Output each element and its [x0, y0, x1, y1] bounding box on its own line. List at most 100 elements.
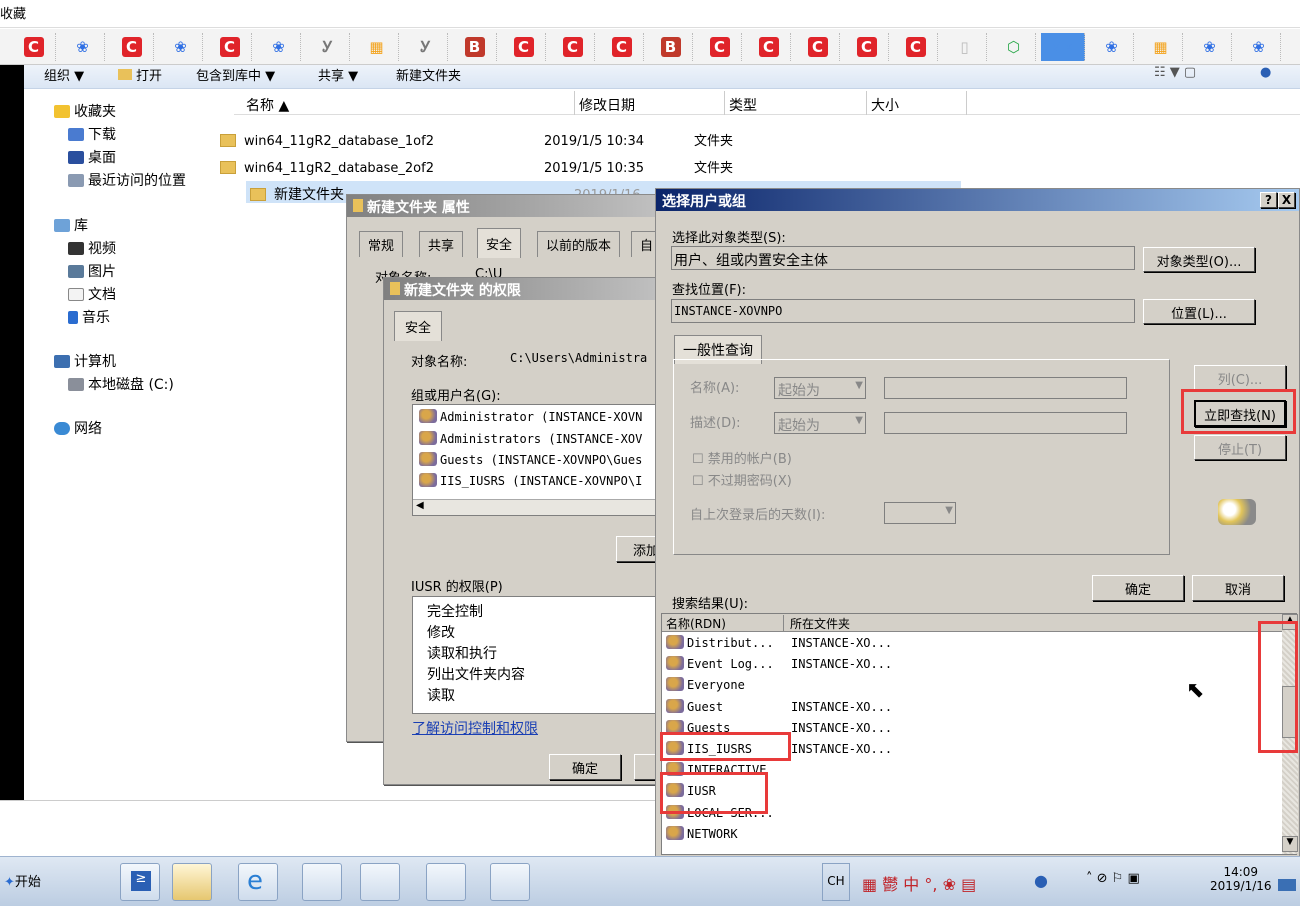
browser-tab[interactable]: C: [698, 33, 742, 61]
browser-tab[interactable]: C: [747, 33, 791, 61]
explorer-taskbar-icon[interactable]: [172, 863, 212, 901]
browser-tab[interactable]: Ꭹ: [404, 33, 448, 61]
cancel-button[interactable]: 取消: [1192, 575, 1284, 601]
help-button[interactable]: ?: [1260, 192, 1277, 208]
tab-security[interactable]: 安全: [394, 311, 443, 341]
object-types-button[interactable]: 对象类型(O)...: [1143, 247, 1255, 272]
horizontal-scrollbar[interactable]: ◀: [413, 499, 661, 515]
days-select[interactable]: ▼: [884, 502, 956, 524]
language-indicator[interactable]: CH: [822, 863, 850, 901]
browser-tab[interactable]: C: [110, 33, 154, 61]
result-row[interactable]: NETWORK: [666, 825, 791, 841]
server-manager-taskbar-icon[interactable]: [302, 863, 342, 901]
nav-library[interactable]: 库: [54, 215, 88, 235]
browser-tab[interactable]: C: [894, 33, 938, 61]
select-dialog-title[interactable]: 选择用户或组: [656, 189, 1299, 211]
ok-button[interactable]: 确定: [1092, 575, 1184, 601]
locations-button[interactable]: 位置(L)...: [1143, 299, 1255, 324]
nav-pictures[interactable]: 图片: [68, 261, 116, 281]
browser-tab[interactable]: C: [502, 33, 546, 61]
browser-tab[interactable]: ⬡: [992, 33, 1036, 61]
browser-tab[interactable]: ❀: [1237, 33, 1281, 61]
disabled-accounts-checkbox[interactable]: ☐ 禁用的帐户(B): [692, 448, 792, 467]
tab-sharing[interactable]: 共享: [419, 231, 464, 257]
browser-tab[interactable]: ❀: [1188, 33, 1232, 61]
user-list-item[interactable]: Administrator (INSTANCE-XOVN: [419, 409, 642, 424]
browser-tab[interactable]: ▦: [1139, 33, 1183, 61]
file-row[interactable]: win64_11gR2_database_1of2 2019/1/5 10:34 文…: [220, 130, 733, 149]
nav-network[interactable]: 网络: [54, 418, 102, 438]
user-list-item[interactable]: Administrators (INSTANCE-XOV: [419, 431, 642, 446]
browser-tab[interactable]: B: [453, 33, 497, 61]
nav-local-disk[interactable]: 本地磁盘 (C:): [68, 374, 174, 394]
result-row[interactable]: Guest INSTANCE-XO...: [666, 698, 892, 714]
browser-tab[interactable]: V ×: [1041, 33, 1085, 61]
desc-input[interactable]: [884, 412, 1127, 434]
name-mode-select[interactable]: 起始为 ▼: [774, 377, 866, 399]
result-row[interactable]: Everyone: [666, 677, 791, 692]
permissions-list[interactable]: 完全控制 修改 读取和执行 列出文件夹内容 读取: [412, 596, 662, 714]
tab-security[interactable]: 安全: [477, 228, 522, 258]
new-folder-button[interactable]: 新建文件夹: [396, 65, 461, 84]
favorites-label[interactable]: 收藏: [0, 3, 26, 22]
col-modified[interactable]: 修改日期: [575, 91, 725, 115]
user-list[interactable]: Administrator (INSTANCE-XOVN Administrat…: [412, 404, 662, 516]
browser-tab[interactable]: C: [845, 33, 889, 61]
nav-desktop[interactable]: 桌面: [68, 147, 116, 167]
ime-toolbar[interactable]: ▦ 鬱 中 °, ❀ ▤: [862, 871, 976, 895]
desc-mode-select[interactable]: 起始为 ▼: [774, 412, 866, 434]
browser-tab[interactable]: C: [12, 33, 56, 61]
access-control-link[interactable]: 了解访问控制和权限: [412, 718, 538, 738]
file-row[interactable]: win64_11gR2_database_2of2 2019/1/5 10:35 文…: [220, 157, 733, 176]
ie-taskbar-icon[interactable]: e: [238, 863, 278, 901]
name-input[interactable]: [884, 377, 1127, 399]
browser-tab[interactable]: C: [208, 33, 252, 61]
user-list-item[interactable]: Guests (INSTANCE-XOVNPO\Gues: [419, 452, 642, 467]
stop-button[interactable]: 停止(T): [1194, 435, 1286, 460]
remote-desktop-taskbar-icon[interactable]: [360, 863, 400, 901]
nav-recent[interactable]: 最近访问的位置: [68, 170, 186, 190]
perm-ok-button[interactable]: 确定: [549, 754, 621, 780]
share-button[interactable]: 共享 ▼: [318, 65, 358, 84]
show-desktop-button[interactable]: [1278, 879, 1296, 891]
result-row[interactable]: Distribut... INSTANCE-XO...: [666, 635, 892, 650]
columns-button[interactable]: 列(C)...: [1194, 365, 1286, 390]
clock[interactable]: 14:09 2019/1/16: [1210, 865, 1272, 893]
results-col-folder[interactable]: 所在文件夹: [790, 615, 850, 632]
tray-icons[interactable]: ˄ ⊘ ⚐ ▣: [1086, 871, 1140, 886]
browser-tab[interactable]: ❀: [61, 33, 105, 61]
nav-favorites[interactable]: 收藏夹: [54, 101, 116, 121]
tab-general[interactable]: 常规: [359, 231, 404, 257]
browser-tab[interactable]: Ꭹ: [306, 33, 350, 61]
tab-previous-versions[interactable]: 以前的版本: [537, 231, 621, 257]
browser-tab[interactable]: ▯: [943, 33, 987, 61]
col-type[interactable]: 类型: [725, 91, 867, 115]
scroll-down-arrow[interactable]: ▼: [1282, 836, 1298, 852]
start-button[interactable]: ✦开始: [4, 871, 41, 890]
help-icon[interactable]: ●: [1260, 65, 1271, 80]
results-col-name[interactable]: 名称(RDN): [666, 615, 784, 632]
browser-tab[interactable]: C: [796, 33, 840, 61]
browser-tab[interactable]: ❀: [257, 33, 301, 61]
view-toggle-icon[interactable]: ☷ ▼ ▢: [1154, 65, 1196, 80]
result-row[interactable]: Event Log... INSTANCE-XO...: [666, 656, 892, 671]
properties-title[interactable]: 新建文件夹 属性: [347, 195, 659, 217]
no-expire-checkbox[interactable]: ☐ 不过期密码(X): [692, 470, 792, 489]
col-size[interactable]: 大小: [867, 91, 967, 115]
user-list-item[interactable]: IIS_IUSRS (INSTANCE-XOVNPO\I: [419, 473, 642, 488]
col-name[interactable]: 名称 ▲: [242, 91, 575, 115]
close-button[interactable]: X: [1278, 192, 1295, 208]
help-tray-icon[interactable]: ●: [1034, 871, 1048, 890]
nav-documents[interactable]: 文档: [68, 284, 116, 304]
nav-computer[interactable]: 计算机: [54, 351, 116, 371]
browser-tab[interactable]: ❀: [1090, 33, 1134, 61]
powershell-taskbar-icon[interactable]: ≥: [120, 863, 160, 901]
open-button[interactable]: 打开: [118, 65, 162, 84]
browser-tab[interactable]: ▦: [355, 33, 399, 61]
browser-tab[interactable]: C: [600, 33, 644, 61]
nav-downloads[interactable]: 下载: [68, 124, 116, 144]
security-taskbar-icon[interactable]: [426, 863, 466, 901]
browser-tab[interactable]: C: [551, 33, 595, 61]
permissions-title[interactable]: 新建文件夹 的权限: [384, 278, 659, 300]
app-taskbar-icon[interactable]: [490, 863, 530, 901]
